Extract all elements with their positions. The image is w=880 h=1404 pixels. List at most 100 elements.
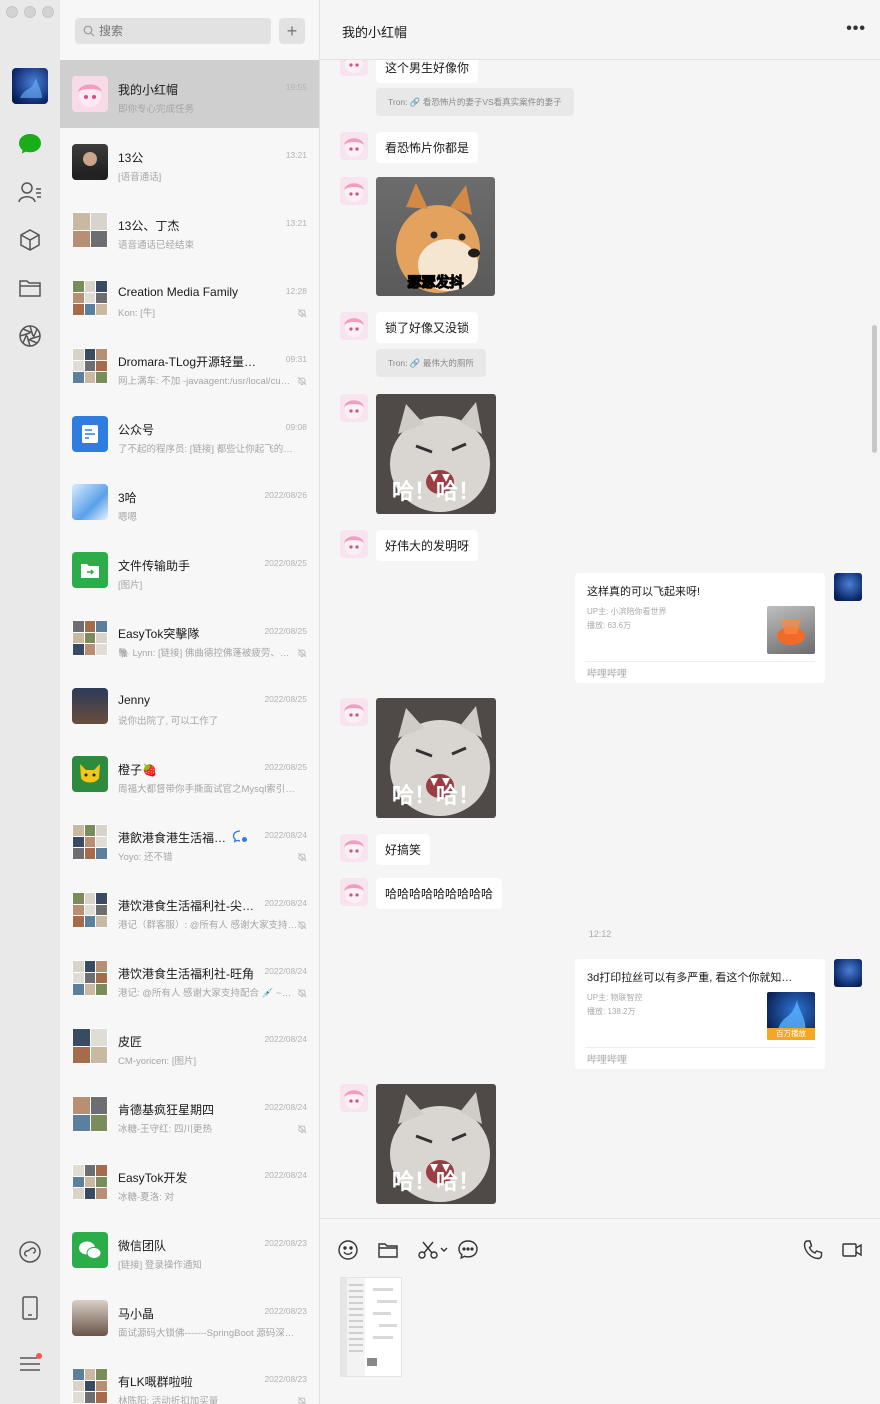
- contact-avatar[interactable]: [72, 416, 108, 452]
- quoted-message[interactable]: Tron: 🔗 最伟大的厕所: [376, 349, 486, 377]
- add-chat-button[interactable]: +: [279, 18, 305, 44]
- conversation-item[interactable]: 港飲港食港生活福… Yoyo: 还不错 2022/08/24: [60, 808, 319, 876]
- favorites-icon[interactable]: [15, 225, 45, 255]
- chat-scrollbar[interactable]: [872, 325, 877, 453]
- contact-avatar[interactable]: [72, 1232, 108, 1268]
- message-bubble[interactable]: 好搞笑: [376, 834, 431, 865]
- folder-icon[interactable]: [377, 1239, 399, 1261]
- conversation-item[interactable]: 橙子🍓 周福大都督带你手撕面试官之Mysql索引底… 2022/08/25: [60, 740, 319, 808]
- video-icon[interactable]: [841, 1239, 863, 1261]
- conversation-item[interactable]: 港饮港食生活福利社-尖… 港记（群客服）: @所有人 感谢大家支持… 2022/08…: [60, 876, 319, 944]
- conversation-name: 我的小红帽: [118, 83, 179, 97]
- group-avatar[interactable]: [72, 1368, 108, 1404]
- phone-icon[interactable]: [802, 1239, 824, 1261]
- pasted-screenshot-thumbnail[interactable]: [340, 1277, 402, 1377]
- contact-avatar[interactable]: [72, 552, 108, 588]
- contact-avatar[interactable]: [72, 484, 108, 520]
- conversation-item[interactable]: Jenny 说你出院了, 可以工作了 2022/08/25: [60, 672, 319, 740]
- conversation-list: 我的小红帽 即你专心完成任务 19:55 13公 [语音通话] 13:21 13公、丁杰 语音…: [60, 60, 319, 1404]
- conversation-item[interactable]: 肯德基疯狂星期四 冰糖-王守红: 四川更热 2022/08/24: [60, 1080, 319, 1148]
- search-input[interactable]: [99, 24, 259, 38]
- conversation-name: 3哈: [118, 491, 137, 505]
- contact-avatar[interactable]: [340, 132, 368, 160]
- group-avatar[interactable]: [72, 892, 108, 928]
- conversation-item[interactable]: EasyTok突擊隊 🐘 Lynn: [链接] 佛曲德控佛蓬被疲劳、… 2022/0…: [60, 604, 319, 672]
- group-avatar[interactable]: [72, 280, 108, 316]
- mini-programs-icon[interactable]: [15, 1237, 45, 1267]
- pink-anime-icon: [344, 318, 364, 337]
- conversation-item[interactable]: Creation Media Family Kon: [牛] 12:28: [60, 264, 319, 332]
- contact-avatar[interactable]: [340, 60, 368, 76]
- my-avatar[interactable]: [834, 573, 862, 601]
- conversation-item[interactable]: 马小晶 面试源码大锁佛-------SpringBoot 源码深… 2022/08/…: [60, 1284, 319, 1352]
- quoted-message[interactable]: Tron: 🔗 看恐怖片的妻子VS看真实案件的妻子: [376, 88, 574, 116]
- conversation-preview: Kon: [牛]: [118, 308, 155, 319]
- cat-sticker[interactable]: 哈！哈！: [376, 698, 496, 818]
- group-avatar[interactable]: [72, 348, 108, 384]
- window-minimize-button[interactable]: [24, 6, 36, 18]
- conversation-preview: [链接] 登录操作通知: [118, 1260, 202, 1271]
- conversation-time: 2022/08/24: [264, 898, 307, 908]
- video-link-card[interactable]: 3d打印拉丝可以有多严重, 看这个你就知… UP主: 物联智控 播放: 138.…: [575, 959, 825, 1069]
- contacts-icon[interactable]: [15, 177, 45, 207]
- more-options-button[interactable]: •••: [846, 20, 866, 38]
- menu-icon[interactable]: [15, 1349, 45, 1379]
- conversation-item[interactable]: 港饮港食生活福利社-旺角 港记: @所有人 感谢大家支持配合 💉 ~… 2022/0…: [60, 944, 319, 1012]
- message-bubble[interactable]: 看恐怖片你都是: [376, 132, 479, 163]
- cat-sticker[interactable]: 哈！哈！: [376, 1084, 496, 1204]
- files-icon[interactable]: [15, 273, 45, 303]
- conversation-item[interactable]: 文件传输助手 [图片] 2022/08/25: [60, 536, 319, 604]
- message-bubble[interactable]: 锁了好像又没锁: [376, 312, 479, 343]
- conversation-item[interactable]: EasyTok开发 冰糖-夏洛: 对 2022/08/24: [60, 1148, 319, 1216]
- group-avatar[interactable]: [72, 960, 108, 996]
- card-divider: [585, 1047, 815, 1048]
- chat-history-icon[interactable]: [457, 1239, 479, 1261]
- window-close-button[interactable]: [6, 6, 18, 18]
- contact-avatar[interactable]: [72, 1300, 108, 1336]
- group-avatar[interactable]: [72, 1164, 108, 1200]
- group-avatar[interactable]: [72, 1096, 108, 1132]
- contact-avatar[interactable]: [72, 688, 108, 724]
- window-zoom-button[interactable]: [42, 6, 54, 18]
- video-link-card[interactable]: 这样真的可以飞起来呀! UP主: 小滨陪你看世界 播放: 63.6万 哔哩哔哩: [575, 573, 825, 683]
- contact-avatar[interactable]: [340, 698, 368, 726]
- contact-avatar[interactable]: [340, 177, 368, 205]
- message-bubble[interactable]: 这个男生好像你: [376, 60, 479, 83]
- contact-avatar[interactable]: [340, 878, 368, 906]
- cat-sticker[interactable]: 哈！哈！: [376, 394, 496, 514]
- message-bubble[interactable]: 哈哈哈哈哈哈哈哈哈: [376, 878, 503, 909]
- group-avatar[interactable]: [72, 620, 108, 656]
- group-avatar[interactable]: [72, 1028, 108, 1064]
- contact-avatar[interactable]: [340, 312, 368, 340]
- conversation-item[interactable]: 13公 [语音通话] 13:21: [60, 128, 319, 196]
- contact-avatar[interactable]: [72, 76, 108, 112]
- pink-anime-icon: [344, 704, 364, 723]
- chats-icon[interactable]: [15, 129, 45, 159]
- user-avatar[interactable]: [12, 68, 48, 104]
- conversation-item[interactable]: 公众号 了不起的程序员: [链接] 都些让你起飞的计… 09:08: [60, 400, 319, 468]
- message-bubble[interactable]: 好伟大的发明呀: [376, 530, 479, 561]
- my-avatar[interactable]: [834, 959, 862, 987]
- contact-avatar[interactable]: [340, 834, 368, 862]
- conversation-item[interactable]: 皮匠 CM-yoricen: [图片] 2022/08/24: [60, 1012, 319, 1080]
- conversation-item[interactable]: 有LK嘅群啦啦 林陈阳: 活动折扣加买量 2022/08/23: [60, 1352, 319, 1404]
- moments-icon[interactable]: [15, 321, 45, 351]
- contact-avatar[interactable]: [72, 756, 108, 792]
- contact-avatar[interactable]: [72, 144, 108, 180]
- contact-avatar[interactable]: [340, 530, 368, 558]
- scissors-icon[interactable]: [417, 1239, 451, 1261]
- conversation-item[interactable]: 13公、丁杰 语音通话已经结束 13:21: [60, 196, 319, 264]
- emoji-icon[interactable]: [337, 1239, 359, 1261]
- conversation-item[interactable]: 我的小红帽 即你专心完成任务 19:55: [60, 60, 319, 128]
- conversation-item[interactable]: Dromara-TLog开源轻量级日… 网上满车: 不加 -javaagent:/…: [60, 332, 319, 400]
- mute-icon: [297, 852, 307, 862]
- conversation-item[interactable]: 3哈 嗯嗯 2022/08/26: [60, 468, 319, 536]
- shiba-sticker[interactable]: 瑟瑟发抖: [376, 177, 495, 296]
- group-avatar[interactable]: [72, 824, 108, 860]
- search-box[interactable]: [75, 18, 271, 44]
- phone-device-icon[interactable]: [15, 1293, 45, 1323]
- contact-avatar[interactable]: [340, 394, 368, 422]
- conversation-item[interactable]: 微信团队 [链接] 登录操作通知 2022/08/23: [60, 1216, 319, 1284]
- group-avatar[interactable]: [72, 212, 108, 248]
- contact-avatar[interactable]: [340, 1084, 368, 1112]
